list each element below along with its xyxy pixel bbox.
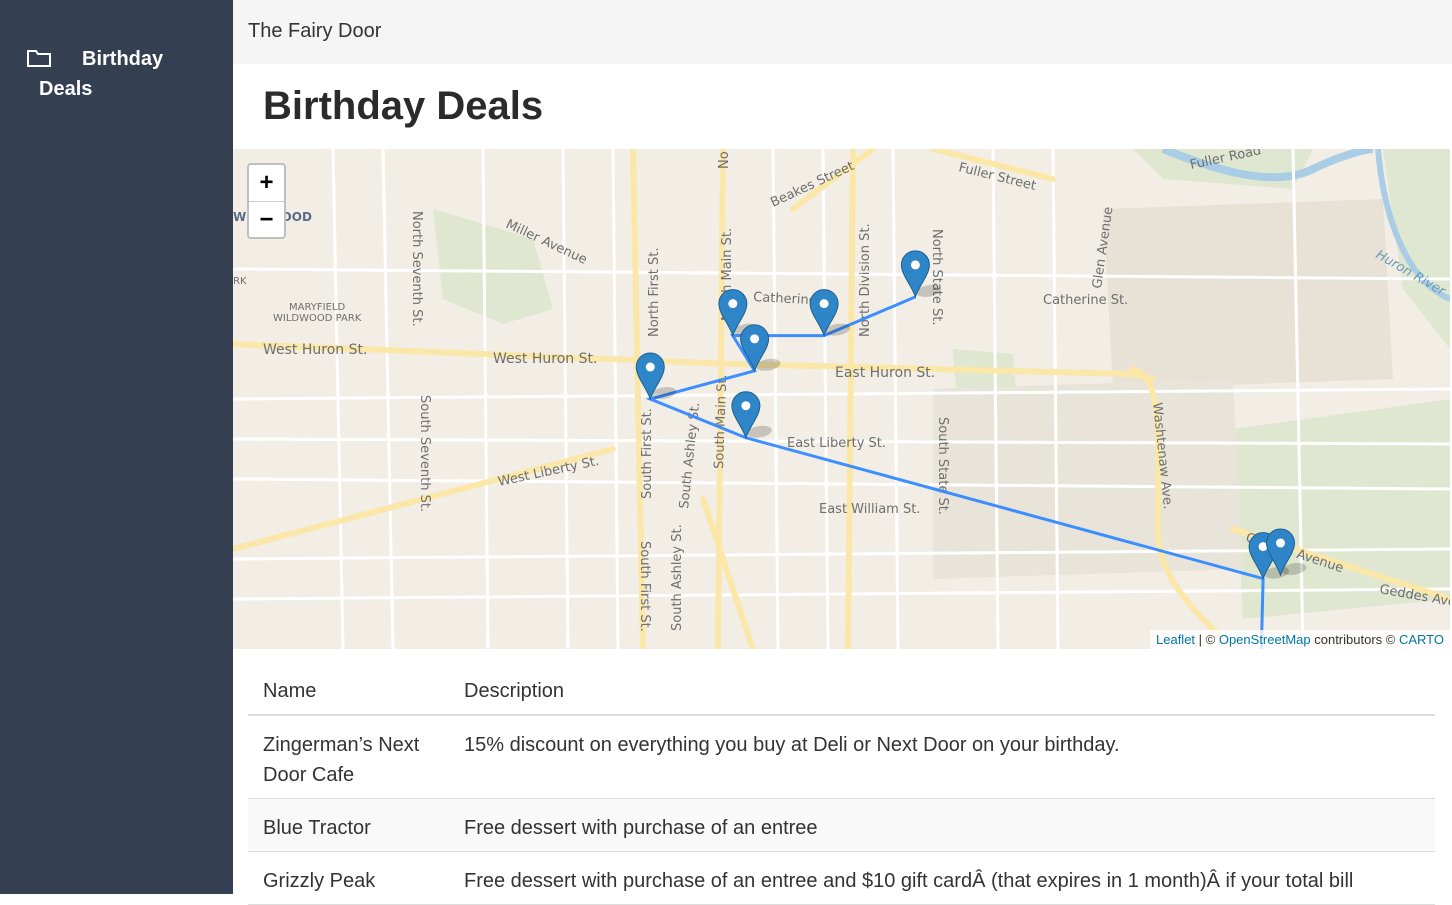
deal-description: Free dessert with purchase of an entree … — [449, 851, 1435, 905]
sidebar: Birthday Deals — [0, 0, 233, 894]
map-label-south-ashley-st-2: South Ashley St. — [670, 524, 685, 631]
deal-description: Free dessert with purchase of an entree — [449, 798, 1435, 852]
map-label-rk: RK — [233, 276, 247, 287]
column-header-description: Description — [449, 668, 1435, 716]
sidebar-item-label-line2: Deals — [39, 78, 93, 100]
osm-link[interactable]: OpenStreetMap — [1219, 632, 1311, 647]
zoom-control: + − — [247, 163, 286, 239]
deal-name: Grizzly Peak — [248, 851, 449, 905]
map-label-catherine-st-east: Catherine St. — [1043, 293, 1128, 308]
map-label-beakes-street: Beakes Street — [768, 159, 856, 211]
zoom-in-button[interactable]: + — [249, 165, 284, 201]
map-label-west-liberty-st: West Liberty St. — [497, 454, 601, 490]
folder-icon — [27, 50, 51, 67]
map-label-maryfield: MARYFIELD — [289, 302, 345, 313]
map-label-wildwood-park: WILDWOOD PARK — [273, 313, 362, 324]
leaflet-link[interactable]: Leaflet — [1156, 632, 1195, 647]
map-label-no: No — [717, 151, 732, 169]
table-row: Blue Tractor Free dessert with purchase … — [248, 798, 1435, 852]
map-label-south-state-st: South State St. — [935, 417, 950, 515]
zoom-out-button[interactable]: − — [249, 201, 284, 237]
deals-table: Name Description Zingerman’s Next Door C… — [248, 668, 1435, 905]
brand-link[interactable]: The Fairy Door — [248, 20, 381, 43]
map-label-west-huron-st: West Huron St. — [263, 342, 367, 358]
map-marker-icon[interactable] — [809, 289, 853, 338]
attribution-contributors: contributors © — [1310, 632, 1399, 647]
map-label-north-state-st: North State St. — [929, 229, 944, 326]
map-label-west-huron-st-2: West Huron St. — [493, 351, 597, 367]
page-title: Birthday Deals — [263, 84, 544, 128]
table-row: Grizzly Peak Free dessert with purchase … — [248, 851, 1435, 905]
table-row: Zingerman’s Next Door Cafe 15% discount … — [248, 715, 1435, 799]
deal-name: Blue Tractor — [248, 798, 449, 852]
sidebar-item-birthday-deals[interactable]: Birthday Deals — [24, 44, 204, 100]
attribution-separator: | © — [1195, 632, 1219, 647]
map-tiles[interactable]: Fuller Road Fuller Street Beakes Street … — [233, 149, 1450, 649]
map-label-east-huron-st: East Huron St. — [835, 365, 935, 381]
deal-name: Zingerman’s Next Door Cafe — [248, 715, 449, 799]
map[interactable]: Fuller Road Fuller Street Beakes Street … — [233, 149, 1450, 649]
top-navbar: The Fairy Door — [233, 0, 1452, 64]
table-header-row: Name Description — [248, 668, 1435, 716]
map-label-east-liberty-st: East Liberty St. — [787, 436, 886, 451]
carto-link[interactable]: CARTO — [1399, 632, 1444, 647]
map-label-south-main-st: South Main St. — [712, 374, 730, 469]
map-label-south-first-st: South First St. — [640, 408, 655, 499]
map-label-north-first-st: North First St. — [647, 248, 662, 337]
map-marker-icon[interactable] — [731, 391, 775, 440]
map-label-north-seventh-st: North Seventh St. — [409, 211, 424, 327]
map-label-east-william-st: East William St. — [819, 502, 920, 517]
map-label-south-seventh-st: South Seventh St. — [417, 395, 432, 512]
map-label-south-first-st-2: South First St. — [637, 541, 652, 632]
column-header-name: Name — [248, 668, 449, 716]
map-attribution: Leaflet | © OpenStreetMap contributors ©… — [1150, 630, 1450, 649]
deal-description: 15% discount on everything you buy at De… — [449, 715, 1435, 799]
